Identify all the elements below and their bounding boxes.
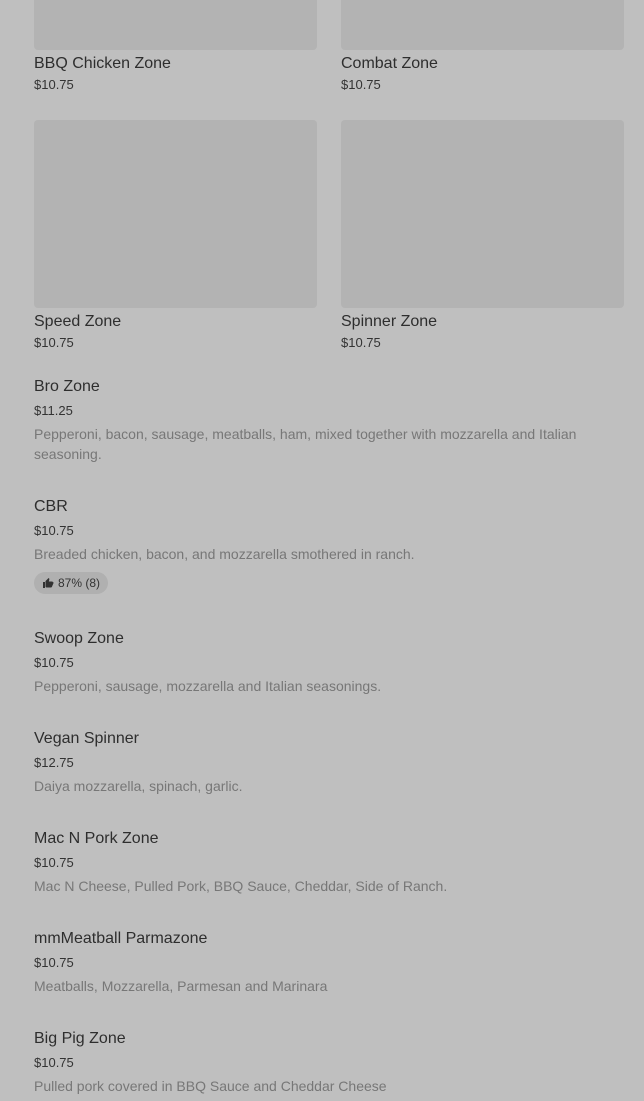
item-price: $10.75 bbox=[341, 335, 381, 350]
menu-grid-row-1: BBQ Chicken Zone $10.75 Combat Zone $10.… bbox=[34, 0, 624, 92]
menu-list-item-vegan-spinner[interactable]: Vegan Spinner $12.75 Daiya mozzarella, s… bbox=[34, 730, 614, 796]
item-image-placeholder bbox=[341, 0, 624, 50]
menu-card-combat-zone[interactable]: Combat Zone $10.75 bbox=[341, 0, 624, 92]
menu-list-item-bro-zone[interactable]: Bro Zone $11.25 Pepperoni, bacon, sausag… bbox=[34, 378, 614, 464]
item-name: Combat Zone bbox=[341, 55, 438, 72]
item-price: $10.75 bbox=[34, 955, 74, 970]
item-name: Mac N Pork Zone bbox=[34, 830, 159, 847]
menu-card-bbq-chicken-zone[interactable]: BBQ Chicken Zone $10.75 bbox=[34, 0, 317, 92]
item-name: Big Pig Zone bbox=[34, 1030, 126, 1047]
menu-card-spinner-zone[interactable]: Spinner Zone $10.75 bbox=[341, 120, 624, 350]
item-name: CBR bbox=[34, 498, 68, 515]
item-price: $10.75 bbox=[34, 855, 74, 870]
menu-list-item-mac-n-pork-zone[interactable]: Mac N Pork Zone $10.75 Mac N Cheese, Pul… bbox=[34, 830, 614, 896]
item-description: Mac N Cheese, Pulled Pork, BBQ Sauce, Ch… bbox=[34, 878, 448, 894]
item-price: $10.75 bbox=[34, 655, 74, 670]
item-description: Pepperoni, sausage, mozzarella and Itali… bbox=[34, 678, 382, 694]
item-description: Pulled pork covered in BBQ Sauce and Che… bbox=[34, 1078, 387, 1094]
item-name: Swoop Zone bbox=[34, 630, 124, 647]
item-price: $11.25 bbox=[34, 403, 73, 418]
item-description: Meatballs, Mozzarella, Parmesan and Mari… bbox=[34, 978, 328, 994]
thumbs-up-icon bbox=[43, 578, 54, 588]
item-name: BBQ Chicken Zone bbox=[34, 55, 171, 72]
item-description: Breaded chicken, bacon, and mozzarella s… bbox=[34, 546, 415, 562]
menu-page: BBQ Chicken Zone $10.75 Combat Zone $10.… bbox=[0, 0, 644, 1101]
item-description: Pepperoni, bacon, sausage, meatballs, ha… bbox=[34, 426, 577, 462]
menu-list-item-big-pig-zone[interactable]: Big Pig Zone $10.75 Pulled pork covered … bbox=[34, 1030, 614, 1096]
menu-list-item-swoop-zone[interactable]: Swoop Zone $10.75 Pepperoni, sausage, mo… bbox=[34, 630, 614, 696]
item-name: Bro Zone bbox=[34, 378, 100, 395]
menu-card-speed-zone[interactable]: Speed Zone $10.75 bbox=[34, 120, 317, 350]
item-name: Speed Zone bbox=[34, 313, 122, 330]
item-description: Daiya mozzarella, spinach, garlic. bbox=[34, 778, 243, 794]
item-image-placeholder bbox=[34, 0, 317, 50]
item-price: $12.75 bbox=[34, 755, 74, 770]
item-price: $10.75 bbox=[34, 1055, 74, 1070]
item-image-placeholder bbox=[34, 120, 317, 308]
item-price: $10.75 bbox=[34, 523, 74, 538]
rating-text: 87% (8) bbox=[58, 576, 101, 590]
item-image-placeholder bbox=[341, 120, 624, 308]
item-price: $10.75 bbox=[341, 77, 381, 92]
item-name: Spinner Zone bbox=[341, 313, 438, 330]
menu-grid-row-2: Speed Zone $10.75 Spinner Zone $10.75 bbox=[34, 120, 624, 350]
item-name: mmMeatball Parmazone bbox=[34, 930, 208, 947]
item-price: $10.75 bbox=[34, 77, 74, 92]
menu-list-item-mmmeatball-parmazone[interactable]: mmMeatball Parmazone $10.75 Meatballs, M… bbox=[34, 930, 614, 996]
menu-list-item-cbr[interactable]: CBR $10.75 Breaded chicken, bacon, and m… bbox=[34, 498, 614, 594]
item-price: $10.75 bbox=[34, 335, 74, 350]
rating-badge: 87% (8) bbox=[34, 572, 109, 594]
item-name: Vegan Spinner bbox=[34, 730, 139, 747]
